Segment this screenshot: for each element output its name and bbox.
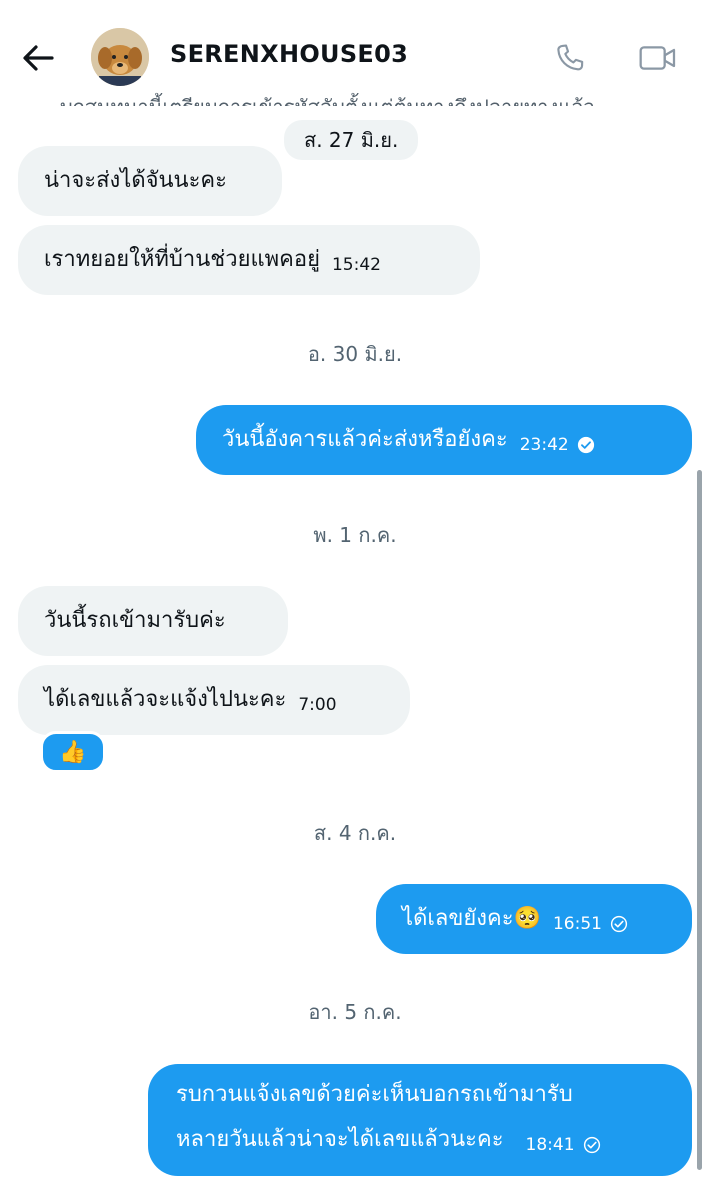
date-separator: ส. 4 ก.ค. (313, 821, 397, 845)
chat-username[interactable]: SERENXHOUSE03 (170, 40, 408, 68)
message-text-line-1: รบกวนแจ้งเลขด้วยค่ะเห็นบอกรถเข้ามารับ (176, 1082, 573, 1107)
message-bubble-received[interactable]: เราทยอยให้ที่บ้านช่วยแพคอยู่ 15:42 (18, 225, 480, 295)
message-text-line-2: หลายวันแล้วน่าจะได้เลขแล้วนะคะ (176, 1127, 504, 1152)
phone-icon (557, 44, 584, 71)
check-circle-icon (610, 915, 628, 933)
message-time: 7:00 (298, 695, 337, 715)
check-circle-icon (583, 1136, 600, 1154)
reaction-badge[interactable]: 👍 (40, 731, 106, 773)
video-call-button[interactable] (634, 36, 682, 80)
message-bubble-received[interactable]: วันนี้รถเข้ามารับค่ะ (18, 586, 288, 656)
message-text: ได้เลขแล้วจะแจ้งไปนะคะ (44, 687, 287, 712)
date-separator: ส. 27 มิ.ย. (284, 120, 419, 160)
encryption-notice: บุกสนทนานี้เตรียมการเข้ารหัสลับตั้งแต่ต้… (60, 86, 660, 106)
video-camera-icon (639, 46, 676, 70)
message-text: วันนี้อังคารแล้วค่ะส่งหรือยังคะ (222, 427, 508, 452)
date-separator: พ. 1 ก.ค. (313, 523, 397, 547)
message-bubble-sent[interactable]: รบกวนแจ้งเลขด้วยค่ะเห็นบอกรถเข้ามารับ หล… (148, 1064, 692, 1176)
message-bubble-sent[interactable]: ได้เลขยังคะ🥺 16:51 (376, 884, 692, 954)
call-button[interactable] (548, 36, 592, 80)
scrollbar[interactable] (697, 470, 702, 1170)
message-time: 23:42 (519, 435, 569, 455)
arrow-left-icon (23, 45, 54, 71)
date-separator: อา. 5 ก.ค. (308, 1000, 402, 1024)
message-text: ได้เลขยังคะ🥺 (402, 906, 541, 931)
message-text: เราทยอยให้ที่บ้านช่วยแพคอยู่ (44, 247, 320, 272)
chat-header: SERENXHOUSE03 บุกสนทนานี้เตรียมการเข้ารห… (0, 0, 708, 110)
message-time: 18:41 (525, 1135, 575, 1155)
message-bubble-sent[interactable]: วันนี้อังคารแล้วค่ะส่งหรือยังคะ 23:42 (196, 405, 692, 475)
thumbs-up-icon: 👍 (59, 739, 87, 765)
message-time: 16:51 (552, 914, 602, 934)
message-bubble-received[interactable]: ได้เลขแล้วจะแจ้งไปนะคะ 7:00 (18, 665, 410, 735)
message-text: วันนี้รถเข้ามารับค่ะ (44, 608, 226, 633)
check-circle-icon (577, 436, 594, 454)
message-text: น่าจะส่งได้จันนะคะ (44, 168, 227, 193)
avatar[interactable] (91, 28, 149, 86)
message-bubble-received[interactable]: น่าจะส่งได้จันนะคะ (18, 146, 282, 216)
date-separator: อ. 30 มิ.ย. (307, 342, 403, 366)
back-button[interactable] (18, 38, 58, 78)
message-time: 15:42 (331, 255, 381, 275)
